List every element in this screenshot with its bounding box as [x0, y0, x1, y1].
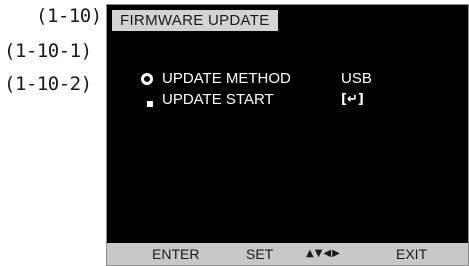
footer-enter-hint: ENTER — [152, 246, 200, 262]
footer-exit-hint: EXIT — [396, 246, 428, 262]
menu-item-update-start[interactable]: UPDATE START [↵] — [141, 90, 441, 110]
menu-item-update-method[interactable]: UPDATE METHOD USB — [141, 69, 441, 89]
selected-ring-icon — [141, 73, 153, 85]
callout-label-1-10-1: (1-10-1) — [4, 40, 92, 62]
footer-set-hint: SET — [246, 246, 274, 262]
key-guide-bar: ENTER SET ▲▼◀▶ EXIT — [107, 243, 468, 265]
callout-label-1-10: (1-10) — [36, 5, 102, 27]
update-method-value[interactable]: USB — [341, 69, 372, 89]
menu-title: FIRMWARE UPDATE — [112, 10, 278, 31]
menu-item-label: UPDATE METHOD — [162, 70, 291, 87]
enter-key-icon[interactable]: [↵] — [341, 90, 364, 110]
osd-screen: FIRMWARE UPDATE UPDATE METHOD USB UPDATE… — [106, 4, 469, 266]
footer-arrow-keys-icon: ▲▼◀▶ — [306, 248, 341, 259]
callout-label-1-10-2: (1-10-2) — [4, 73, 92, 95]
menu-item-label: UPDATE START — [162, 91, 274, 108]
bullet-square-icon — [147, 101, 153, 107]
